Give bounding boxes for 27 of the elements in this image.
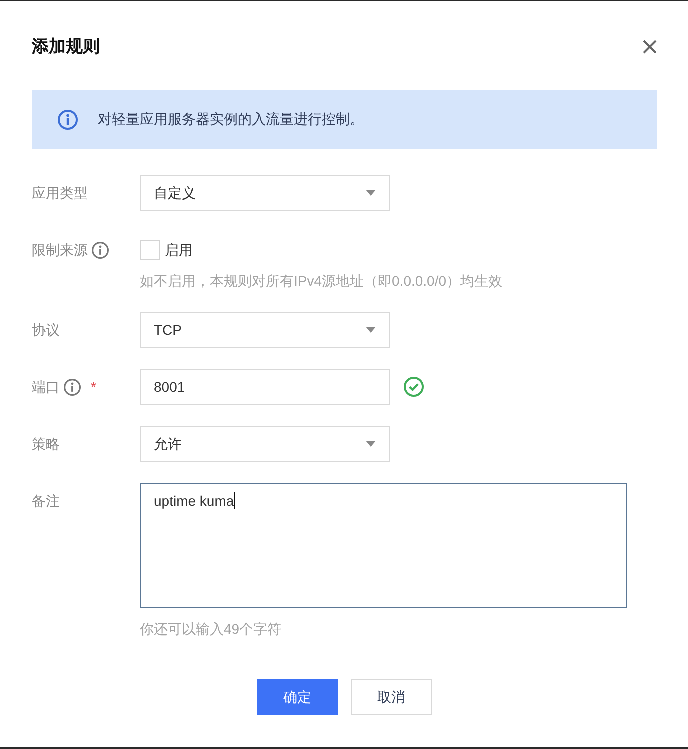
textarea-field[interactable]: uptime kuma: [140, 483, 627, 608]
field-label: 策略: [32, 434, 60, 454]
field-label: 备注: [32, 492, 60, 510]
cancel-button[interactable]: 取消: [351, 679, 432, 715]
field-label: 端口: [32, 378, 60, 396]
close-button[interactable]: [643, 40, 657, 54]
field-label: 应用类型: [32, 184, 88, 202]
dropdown-field[interactable]: 自定义: [140, 175, 390, 211]
dropdown-field[interactable]: 允许: [140, 426, 390, 462]
dropdown-caret-icon: [366, 190, 376, 196]
info-banner-text: 对轻量应用服务器实例的入流量进行控制。: [98, 110, 364, 129]
field-label: 协议: [32, 320, 60, 340]
field-label: 限制来源: [32, 240, 88, 260]
checkbox[interactable]: [140, 240, 160, 260]
checkbox-label[interactable]: 启用: [165, 240, 193, 260]
required-mark: *: [91, 378, 96, 396]
dropdown-caret-icon: [366, 327, 376, 333]
info-icon: [58, 110, 78, 130]
dialog-title: 添加规则: [32, 36, 100, 58]
close-icon: [643, 40, 657, 54]
input-field[interactable]: 8001: [140, 369, 390, 405]
confirm-button[interactable]: 确定: [257, 679, 338, 715]
dropdown-caret-icon: [366, 441, 376, 447]
dropdown-field[interactable]: TCP: [140, 312, 390, 348]
hint-text: 你还可以输入49个字符: [140, 620, 282, 639]
text-cursor: [234, 492, 236, 509]
hint-text: 如不启用，本规则对所有IPv4源地址（即0.0.0.0/0）均生效: [140, 272, 503, 291]
